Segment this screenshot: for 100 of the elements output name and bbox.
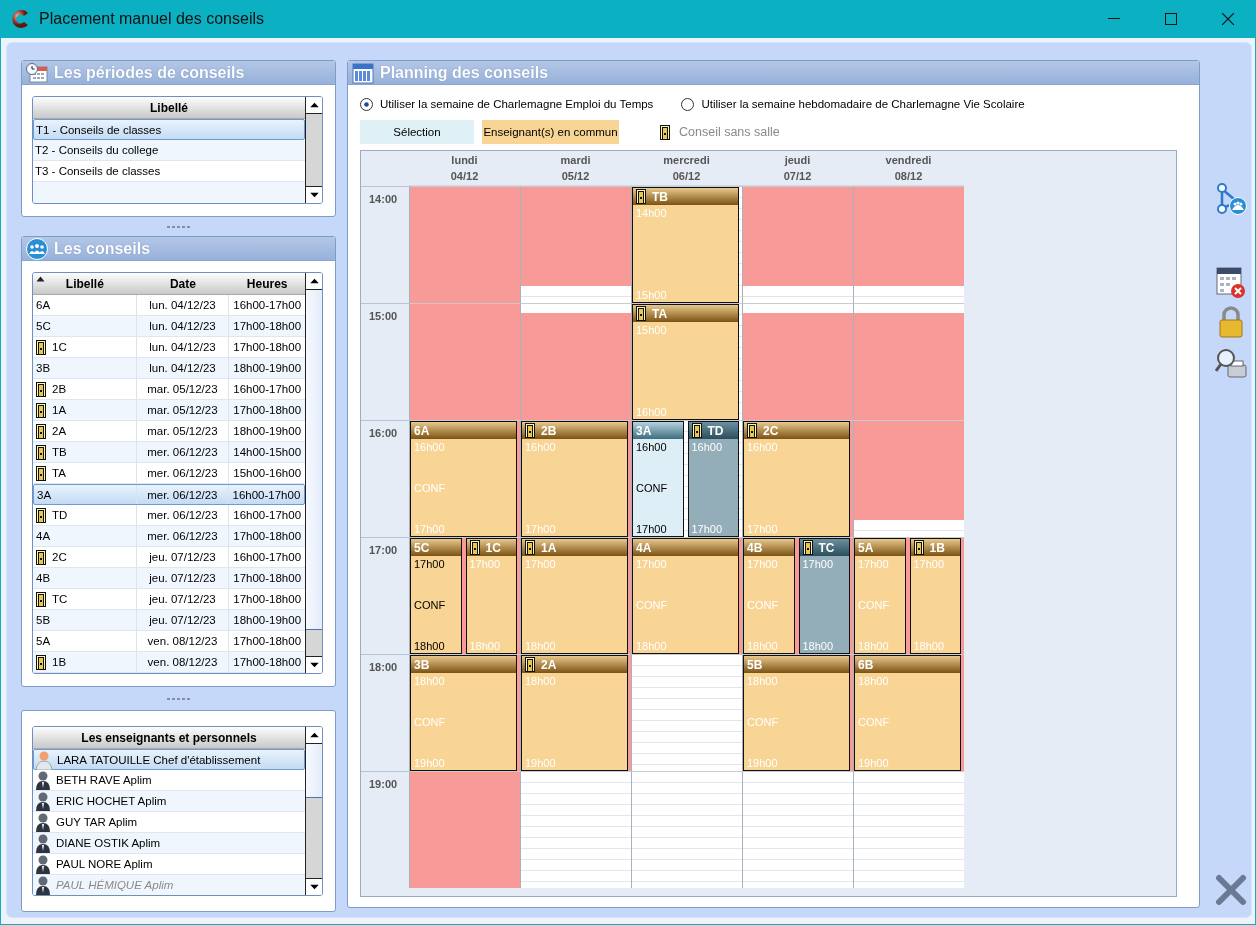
- table-row[interactable]: 3A mer. 06/12/23 16h00-17h00: [33, 484, 305, 505]
- table-cell: 17h00-18h00: [233, 656, 302, 668]
- event-time: 18h00: [747, 675, 779, 687]
- table-cell: 17h00-18h00: [233, 635, 302, 647]
- table-row[interactable]: 4A mer. 06/12/23 17h00-18h00: [33, 526, 305, 547]
- free-slot[interactable]: [854, 520, 964, 537]
- event-time: 17h00: [636, 523, 668, 535]
- radio-button[interactable]: [681, 97, 695, 111]
- event-card[interactable]: TC 17h00 18h00: [798, 538, 850, 654]
- event-label: 5B: [747, 657, 763, 672]
- list-item[interactable]: T1 - Conseils de classes: [33, 119, 305, 140]
- event-time: 17h00: [525, 523, 557, 535]
- table-cell: 18h00-19h00: [233, 362, 302, 374]
- event-time: 14h00: [636, 207, 668, 219]
- hour-label: 18:00: [369, 661, 398, 673]
- table-cell: 1B: [52, 656, 67, 668]
- table-cell: 4B: [36, 572, 51, 584]
- table-cell: lun. 04/12/23: [149, 362, 216, 374]
- event-note: CONF: [747, 716, 780, 728]
- event-note: CONF: [414, 599, 447, 611]
- column-header[interactable]: Libellé: [65, 276, 104, 291]
- event-label: 3A: [636, 423, 652, 438]
- table-cell: 17h00-18h00: [233, 530, 302, 542]
- table-row[interactable]: 3B lun. 04/12/23 18h00-19h00: [33, 358, 305, 379]
- free-slot[interactable]: [632, 772, 742, 888]
- table-cell: 4A: [36, 530, 51, 542]
- panel-title: Les périodes de conseils: [54, 63, 245, 82]
- event-card[interactable]: 5C 17h00 CONF 18h00: [410, 538, 462, 654]
- splitter-handle[interactable]: [166, 225, 191, 228]
- list-item[interactable]: DIANE OSTIK Aplim: [33, 833, 305, 854]
- table-cell: 17h00-18h00: [233, 404, 302, 416]
- free-slot[interactable]: [521, 772, 631, 888]
- hour-label: 19:00: [369, 778, 398, 790]
- table-cell: lun. 04/12/23: [149, 341, 216, 353]
- scrollbar[interactable]: [305, 727, 322, 895]
- table-row[interactable]: 1A mar. 05/12/23 17h00-18h00: [33, 400, 305, 421]
- free-slot[interactable]: [632, 655, 742, 771]
- scroll-up-button[interactable]: [306, 727, 322, 744]
- door-icon: [660, 124, 670, 140]
- close-icon[interactable]: [1215, 874, 1247, 906]
- padlock-icon[interactable]: [1217, 305, 1245, 339]
- table-row[interactable]: 5B jeu. 07/12/23 18h00-19h00: [33, 610, 305, 631]
- scroll-down-button[interactable]: [306, 656, 322, 673]
- event-label: TD: [707, 423, 724, 438]
- radio-option[interactable]: Utiliser la semaine hebdomadaire de Charlemagne Vie Scolaire: [681, 97, 1025, 111]
- radio-button[interactable]: [360, 97, 373, 111]
- event-time: 16h00: [525, 441, 557, 453]
- calendar-delete-icon[interactable]: [1215, 265, 1247, 299]
- list-item[interactable]: LARA TATOUILLE Chef d'établissement: [33, 749, 305, 770]
- scroll-thumb[interactable]: [306, 744, 322, 798]
- table-row[interactable]: 4B jeu. 07/12/23 17h00-18h00: [33, 568, 305, 589]
- scrollbar[interactable]: [305, 273, 322, 673]
- event-note: CONF: [636, 482, 669, 494]
- splitter-handle[interactable]: [166, 697, 191, 700]
- table-row[interactable]: 1B ven. 08/12/23 17h00-18h00: [33, 652, 305, 673]
- table-cell: 17h00-18h00: [233, 320, 302, 332]
- radio-option[interactable]: Utiliser la semaine de Charlemagne Emploi du Temps: [360, 97, 654, 111]
- table-cell: mer. 06/12/23: [147, 530, 218, 542]
- event-label: TB: [652, 189, 668, 204]
- table-cell: 2B: [52, 383, 67, 395]
- free-slot[interactable]: [854, 772, 964, 888]
- table-row[interactable]: TB mer. 06/12/23 14h00-15h00: [33, 442, 305, 463]
- event-note: CONF: [636, 599, 669, 611]
- free-slot[interactable]: [521, 286, 631, 303]
- minimize-icon: [1107, 18, 1120, 20]
- maximize-icon: [1164, 13, 1177, 25]
- table-cell: TA: [52, 467, 66, 479]
- list-item[interactable]: ERIC HOCHET Aplim: [33, 791, 305, 812]
- staff-name: BETH RAVE Aplim: [56, 774, 152, 786]
- column-header[interactable]: Date: [169, 276, 196, 291]
- table-cell: jeu. 07/12/23: [149, 593, 216, 605]
- event-time: 19h00: [414, 757, 446, 769]
- column-header[interactable]: Les enseignants et personnels: [33, 727, 305, 749]
- free-slot[interactable]: [743, 772, 853, 888]
- network-icon[interactable]: [1215, 182, 1247, 216]
- event-time: 18h00: [858, 640, 890, 652]
- scroll-down-button[interactable]: [306, 878, 322, 895]
- scrollbar[interactable]: [305, 97, 322, 203]
- event-time: 17h00: [802, 558, 835, 570]
- table-row[interactable]: 5C lun. 04/12/23 17h00-18h00: [33, 316, 305, 337]
- list-item[interactable]: T2 - Conseils du college: [33, 140, 305, 161]
- table-cell: 2C: [52, 551, 67, 563]
- scroll-down-button[interactable]: [306, 186, 322, 203]
- event-time: 16h00: [691, 441, 724, 453]
- column-header[interactable]: Libellé: [33, 97, 305, 119]
- event-time: 18h00: [747, 640, 779, 652]
- event-card[interactable]: TD 16h00 17h00: [687, 421, 739, 537]
- free-slot[interactable]: [854, 286, 964, 303]
- free-slot[interactable]: [743, 286, 853, 303]
- event-card[interactable]: 3A 16h00 CONF 17h00: [632, 421, 684, 537]
- day-date: 06/12: [672, 170, 701, 182]
- scroll-up-button[interactable]: [306, 273, 322, 290]
- scroll-thumb[interactable]: [306, 290, 322, 630]
- event-time: 18h00: [802, 640, 835, 652]
- table-cell: mer. 06/12/23: [147, 488, 218, 501]
- day-name: jeudi: [784, 154, 811, 166]
- scroll-up-button[interactable]: [306, 97, 322, 114]
- column-header[interactable]: Heures: [246, 276, 288, 291]
- magnifier-icon[interactable]: [1215, 347, 1247, 381]
- day-name: mardi: [560, 154, 591, 166]
